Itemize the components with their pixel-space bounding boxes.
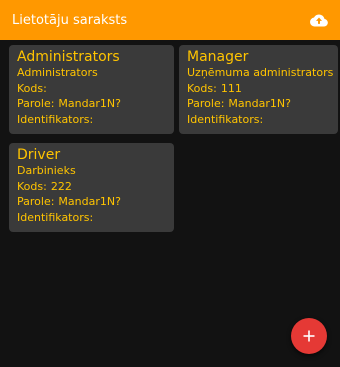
password-label: Parole: (17, 97, 55, 110)
password-value: Mandar1N? (58, 195, 121, 208)
app-bar: Lietotāju saraksts (0, 0, 340, 40)
user-identifier-row: Identifikators: (17, 210, 166, 226)
identifier-label: Identifikators: (187, 112, 264, 126)
user-password-row: Parole: Mandar1N? (17, 194, 166, 210)
password-label: Parole: (17, 195, 55, 208)
plus-icon (303, 330, 315, 342)
user-card-title: Driver (17, 147, 61, 163)
user-role: Uzņēmuma administrators (187, 66, 334, 79)
user-card-manager[interactable]: Manager Uzņēmuma administrators Kods: 111… (179, 45, 338, 134)
user-card-administrators[interactable]: Administrators Administrators Kods: Paro… (9, 45, 174, 134)
password-label: Parole: (187, 97, 225, 110)
code-label: Kods: (17, 179, 47, 193)
cloud-upload-icon[interactable] (308, 11, 330, 29)
user-card-title: Administrators (17, 49, 120, 65)
user-password-row: Parole: Mandar1N? (187, 96, 330, 112)
user-password-row: Parole: Mandar1N? (17, 96, 166, 112)
user-code-row: Kods: 111 (187, 81, 330, 97)
user-code-row: Kods: 222 (17, 179, 166, 195)
add-user-button[interactable] (291, 318, 327, 354)
user-role: Darbinieks (17, 164, 76, 177)
code-value: 111 (220, 81, 242, 95)
page-title: Lietotāju saraksts (12, 12, 128, 28)
user-identifier-row: Identifikators: (17, 112, 166, 128)
user-identifier-row: Identifikators: (187, 112, 330, 128)
password-value: Mandar1N? (228, 97, 291, 110)
user-role: Administrators (17, 66, 98, 79)
user-card-title: Manager (187, 49, 249, 65)
password-value: Mandar1N? (58, 97, 121, 110)
code-label: Kods: (187, 81, 217, 95)
user-card-driver[interactable]: Driver Darbinieks Kods: 222 Parole: Mandar… (9, 143, 174, 232)
user-code-row: Kods: (17, 81, 166, 97)
user-list-screen: Lietotāju saraksts Administrators Admini… (0, 0, 340, 367)
identifier-label: Identifikators: (17, 112, 94, 126)
identifier-label: Identifikators: (17, 210, 94, 224)
code-value: 222 (50, 179, 72, 193)
code-label: Kods: (17, 81, 47, 95)
